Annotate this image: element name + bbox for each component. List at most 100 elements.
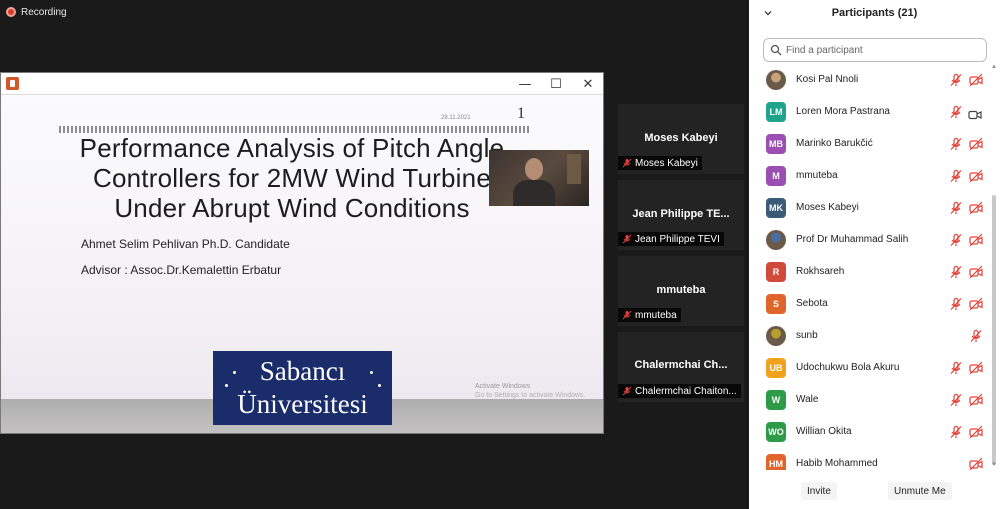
muted-mic-icon[interactable] — [969, 329, 983, 348]
muted-mic-icon — [622, 386, 632, 396]
tile-display-name: Jean Philippe TE... — [632, 208, 730, 220]
participants-panel: Participants (21) Kosi Pal Nnoli LM Loren … — [749, 0, 1000, 509]
muted-mic-icon[interactable] — [949, 169, 963, 188]
maximize-button[interactable]: ☐ — [546, 75, 566, 93]
participants-header: Participants (21) — [749, 0, 1000, 28]
participant-name: Sebota — [796, 298, 828, 309]
video-off-icon[interactable] — [969, 393, 983, 412]
presenter-camera-thumbnail — [489, 150, 589, 206]
video-tile[interactable]: mmuteba mmuteba — [618, 256, 744, 326]
slide-date: 28.11.2021 — [441, 115, 471, 121]
participant-name: Willian Okita — [796, 426, 852, 437]
video-off-icon[interactable] — [969, 201, 983, 220]
muted-mic-icon[interactable] — [949, 233, 963, 252]
unmute-me-button[interactable]: Unmute Me — [888, 482, 952, 500]
avatar — [766, 70, 786, 90]
minimize-button[interactable]: — — [515, 75, 535, 93]
participant-list: Kosi Pal Nnoli LM Loren Mora Pastrana MB Mar… — [749, 64, 989, 470]
participant-row[interactable]: R Rokhsareh — [749, 256, 989, 288]
participant-row[interactable]: Kosi Pal Nnoli — [749, 64, 989, 96]
avatar — [766, 326, 786, 346]
tile-display-name: Chalermchai Ch... — [634, 359, 728, 371]
video-tile[interactable]: Jean Philippe TE... Jean Philippe TEVI — [618, 180, 744, 250]
muted-mic-icon[interactable] — [949, 425, 963, 444]
avatar: HM — [766, 454, 786, 470]
slide-title-line: Controllers for 2MW Wind Turbine — [93, 163, 491, 193]
participant-row[interactable]: Prof Dr Muhammad Salih — [749, 224, 989, 256]
scroll-down-arrow[interactable]: ▼ — [991, 462, 997, 468]
participant-row[interactable]: MB Marinko Barukčić — [749, 128, 989, 160]
muted-mic-icon[interactable] — [949, 201, 963, 220]
recording-indicator: Recording — [6, 5, 67, 19]
slide-title-line: Under Abrupt Wind Conditions — [114, 193, 470, 223]
participant-name: Moses Kabeyi — [796, 202, 859, 213]
muted-mic-icon[interactable] — [949, 361, 963, 380]
avatar: LM — [766, 102, 786, 122]
participant-name: Wale — [796, 394, 819, 405]
participant-row[interactable]: WO Willian Okita — [749, 416, 989, 448]
participant-name: Udochukwu Bola Akuru — [796, 362, 900, 373]
invite-button[interactable]: Invite — [801, 482, 837, 500]
logo-line: Üniversitesi — [237, 389, 368, 419]
avatar: W — [766, 390, 786, 410]
participant-search[interactable] — [763, 38, 987, 62]
participant-row[interactable]: HM Habib Mohammed — [749, 448, 989, 470]
background-lamp — [567, 154, 581, 184]
video-off-icon[interactable] — [969, 137, 983, 156]
participant-row[interactable]: sunb — [749, 320, 989, 352]
video-off-icon[interactable] — [969, 457, 983, 470]
slide-advisor: Advisor : Assoc.Dr.Kemalettin Erbatur — [81, 263, 282, 277]
presentation-title-bar: — ☐ ✕ — [1, 73, 603, 95]
participant-name: Habib Mohammed — [796, 458, 878, 469]
avatar: WO — [766, 422, 786, 442]
participant-row[interactable]: Mmmuteba — [749, 160, 989, 192]
watermark-line: Activate Windows — [475, 383, 531, 390]
recording-icon — [6, 7, 16, 17]
video-off-icon[interactable] — [969, 233, 983, 252]
slide-number: 1 — [517, 105, 525, 122]
participant-name: sunb — [796, 330, 818, 341]
scroll-up-arrow[interactable]: ▲ — [991, 64, 997, 70]
presenter-body — [513, 180, 555, 206]
participant-row[interactable]: MK Moses Kabeyi — [749, 192, 989, 224]
tile-display-name: Moses Kabeyi — [644, 132, 718, 144]
muted-mic-icon[interactable] — [949, 265, 963, 284]
muted-mic-icon[interactable] — [949, 73, 963, 92]
video-tile[interactable]: Chalermchai Ch... Chalermchai Chaiton... — [618, 332, 744, 402]
scrollbar-thumb[interactable] — [992, 195, 996, 465]
sabanci-university-logo: Sabancı Üniversitesi — [213, 351, 392, 425]
recording-label: Recording — [21, 6, 67, 18]
video-off-icon[interactable] — [969, 169, 983, 188]
muted-mic-icon[interactable] — [949, 297, 963, 316]
muted-mic-icon[interactable] — [949, 393, 963, 412]
presenter-head — [525, 158, 543, 180]
avatar: S — [766, 294, 786, 314]
tile-name-tag: Moses Kabeyi — [618, 156, 702, 170]
avatar — [766, 230, 786, 250]
video-off-icon[interactable] — [969, 361, 983, 380]
video-off-icon[interactable] — [969, 297, 983, 316]
participant-row[interactable]: W Wale — [749, 384, 989, 416]
participant-row[interactable]: LM Loren Mora Pastrana — [749, 96, 989, 128]
participant-row[interactable]: S Sebota — [749, 288, 989, 320]
video-tile[interactable]: Moses Kabeyi Moses Kabeyi — [618, 104, 744, 174]
avatar: R — [766, 262, 786, 282]
tile-label: Moses Kabeyi — [635, 157, 698, 169]
participant-row[interactable]: UB Udochukwu Bola Akuru — [749, 352, 989, 384]
participant-name: Prof Dr Muhammad Salih — [796, 234, 909, 245]
muted-mic-icon[interactable] — [949, 105, 963, 124]
video-off-icon[interactable] — [969, 265, 983, 284]
search-input[interactable] — [786, 43, 981, 57]
shared-presentation-window: — ☐ ✕ 28.11.2021 1 Performance Analysis … — [0, 72, 604, 434]
participant-name: Loren Mora Pastrana — [796, 106, 890, 117]
video-camera-icon[interactable] — [968, 107, 982, 125]
muted-mic-icon — [622, 310, 632, 320]
video-off-icon[interactable] — [969, 73, 983, 92]
muted-mic-icon[interactable] — [949, 137, 963, 156]
close-button[interactable]: ✕ — [578, 75, 598, 93]
activate-windows-watermark: Activate Windows Go to Settings to activ… — [475, 382, 586, 400]
video-off-icon[interactable] — [969, 425, 983, 444]
participant-name: Rokhsareh — [796, 266, 845, 277]
slide-decoration-stripe — [59, 126, 531, 133]
slide-title-line: Performance Analysis of Pitch Angle — [79, 133, 505, 163]
